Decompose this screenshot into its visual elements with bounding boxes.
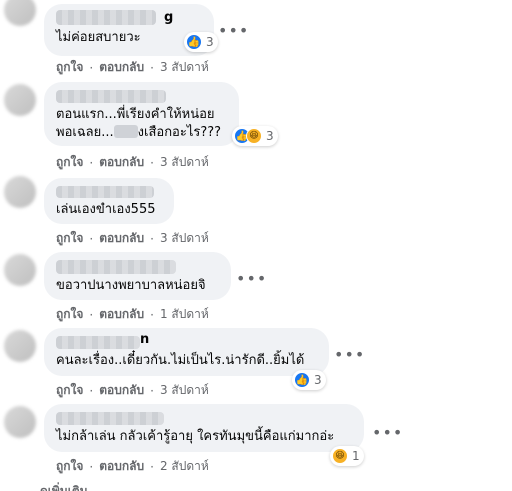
avatar[interactable]: [4, 330, 36, 362]
avatar[interactable]: [4, 254, 36, 286]
comment-bubble: n คนละเรื่อง..เดี๋ยวกัน.ไม่เป็นไร.น่ารัก…: [44, 328, 329, 376]
comment-text: คนละเรื่อง..เดี๋ยวกัน.ไม่เป็นไร.น่ารักดี…: [56, 353, 305, 368]
reply-link[interactable]: ตอบกลับ: [99, 305, 144, 324]
redacted-text: [113, 125, 138, 138]
haha-reaction-icon: 😆: [246, 128, 262, 144]
author-name-suffix[interactable]: n: [140, 332, 149, 347]
like-link[interactable]: ถูกใจ: [56, 457, 83, 476]
reaction-count: 3: [314, 373, 322, 387]
like-reaction-icon: 👍: [294, 372, 310, 388]
author-name-redacted[interactable]: [56, 186, 154, 198]
view-more-link-cut-off[interactable]: ดูเพิ่มเติม: [40, 482, 110, 491]
avatar[interactable]: [4, 84, 36, 116]
like-link[interactable]: ถูกใจ: [56, 381, 83, 400]
author-name-suffix[interactable]: g: [164, 10, 173, 25]
timestamp[interactable]: 1 สัปดาห์: [160, 305, 209, 324]
timestamp[interactable]: 3 สัปดาห์: [160, 58, 209, 77]
timestamp[interactable]: 3 สัปดาห์: [160, 381, 209, 400]
reaction-summary[interactable]: 👍 3: [292, 370, 326, 390]
comment-bubble: ขอวาปนางพยาบาลหน่อยจิ: [44, 252, 231, 300]
author-name-redacted[interactable]: [56, 336, 140, 349]
more-options-icon[interactable]: •••: [236, 271, 267, 287]
like-link[interactable]: ถูกใจ: [56, 58, 83, 77]
comment-actions: ถูกใจ · ตอบกลับ · 3 สัปดาห์: [56, 58, 209, 77]
avatar[interactable]: [4, 0, 36, 26]
reply-link[interactable]: ตอบกลับ: [99, 381, 144, 400]
avatar[interactable]: [4, 406, 36, 438]
timestamp[interactable]: 2 สัปดาห์: [160, 457, 209, 476]
reaction-summary[interactable]: 😆 1: [330, 446, 364, 466]
reaction-summary[interactable]: 👍 3: [184, 32, 218, 52]
reply-link[interactable]: ตอบกลับ: [99, 457, 144, 476]
like-reaction-icon: 👍: [186, 34, 202, 50]
comment-bubble: ไม่กล้าเล่น กลัวเค้ารู้อายุ ใครทันมุขนี้…: [44, 404, 364, 452]
reaction-count: 3: [266, 129, 274, 143]
comment-text: ขอวาปนางพยาบาลหน่อยจิ: [56, 278, 206, 293]
like-link[interactable]: ถูกใจ: [56, 153, 83, 172]
author-name-redacted[interactable]: [56, 10, 156, 25]
comment-text: เล่นเองขำเอง555: [56, 202, 156, 217]
comment-actions: ถูกใจ · ตอบกลับ · 3 สัปดาห์: [56, 229, 209, 248]
comment-actions: ถูกใจ · ตอบกลับ · 2 สัปดาห์: [56, 457, 209, 476]
more-options-icon[interactable]: •••: [218, 23, 249, 39]
more-options-icon[interactable]: •••: [334, 347, 365, 363]
comment-actions: ถูกใจ · ตอบกลับ · 3 สัปดาห์: [56, 381, 209, 400]
timestamp[interactable]: 3 สัปดาห์: [160, 229, 209, 248]
like-link[interactable]: ถูกใจ: [56, 229, 83, 248]
avatar[interactable]: [4, 176, 36, 208]
comment-text-line-1: ตอนแรก...พี่เรียงคำให้หน่อย: [56, 107, 215, 122]
author-name-redacted[interactable]: [56, 90, 166, 103]
reply-link[interactable]: ตอบกลับ: [99, 58, 144, 77]
comment-text: ไม่กล้าเล่น กลัวเค้ารู้อายุ ใครทันมุขนี้…: [56, 429, 335, 444]
author-name-redacted[interactable]: [56, 412, 164, 425]
comment-actions: ถูกใจ · ตอบกลับ · 3 สัปดาห์: [56, 153, 209, 172]
reaction-count: 1: [352, 449, 360, 463]
like-link[interactable]: ถูกใจ: [56, 305, 83, 324]
comment-text: ไม่ค่อยสบายวะ: [56, 30, 141, 45]
comment-text-line-2: พอเฉลย... งเสือกอะไร???: [56, 125, 222, 140]
haha-reaction-icon: 😆: [332, 448, 348, 464]
reaction-summary[interactable]: 👍 😆 3: [232, 126, 278, 146]
reaction-count: 3: [206, 35, 214, 49]
timestamp[interactable]: 3 สัปดาห์: [160, 153, 209, 172]
author-name-redacted[interactable]: [56, 260, 176, 274]
comment-actions: ถูกใจ · ตอบกลับ · 1 สัปดาห์: [56, 305, 209, 324]
comment-bubble: ตอนแรก...พี่เรียงคำให้หน่อย พอเฉลย... งเส…: [44, 82, 239, 146]
reply-link[interactable]: ตอบกลับ: [99, 229, 144, 248]
more-options-icon[interactable]: •••: [372, 425, 403, 441]
comment-bubble: เล่นเองขำเอง555: [44, 178, 174, 224]
reply-link[interactable]: ตอบกลับ: [99, 153, 144, 172]
